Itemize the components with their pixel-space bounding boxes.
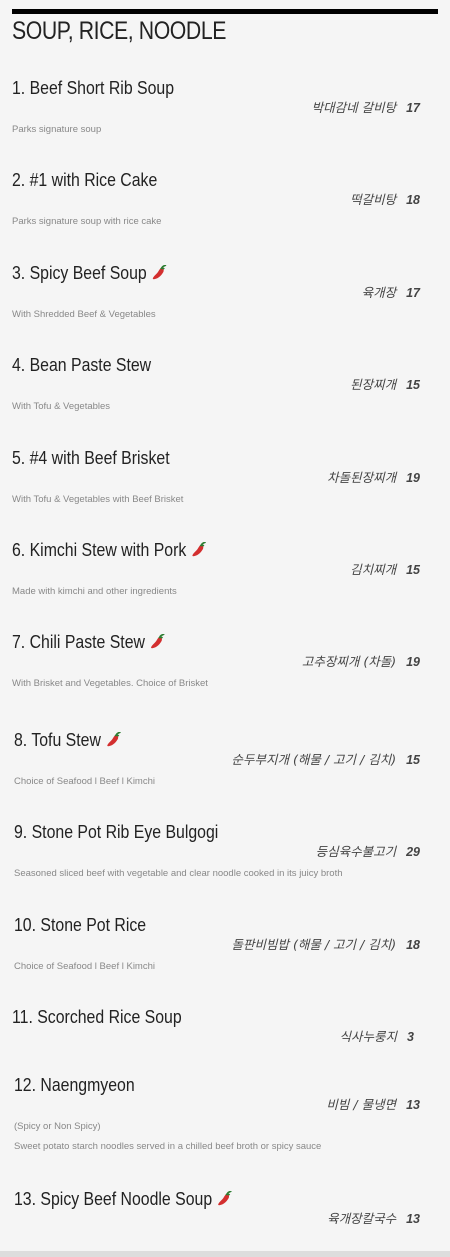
menu-item-name: 11. Scorched Rice Soup — [12, 1006, 182, 1028]
menu-item-name: 7. Chili Paste Stew — [12, 631, 166, 653]
menu-item-price: 17 — [406, 101, 420, 115]
menu-item-korean-price: 박대감네 갈비탕 17 — [312, 97, 420, 116]
menu-item-korean-name: 떡갈비탕 — [350, 192, 397, 207]
menu-item-price: 3 — [407, 1030, 414, 1044]
menu-item-korean-name: 순두부지개 (해물 / 고기 / 김치) — [231, 752, 397, 767]
menu-item-korean-name: 돌판비빔밥 (해물 / 고기 / 김치) — [231, 937, 397, 952]
menu-item-korean-price: 된장찌개 15 — [350, 374, 420, 393]
menu-item-price: 15 — [406, 378, 420, 392]
menu-item-korean-name: 김치찌개 — [350, 562, 397, 577]
menu-item-korean-name: 육개장칼국수 — [327, 1211, 397, 1226]
chili-pepper-icon — [218, 1191, 232, 1206]
menu-item-korean-name: 식사누룽지 — [339, 1029, 398, 1044]
menu-item-korean-name: 박대감네 갈비탕 — [311, 100, 397, 115]
menu-item-name: 6. Kimchi Stew with Pork — [12, 539, 207, 561]
chili-pepper-icon — [151, 634, 165, 649]
menu-item-name-text: 1. Beef Short Rib Soup — [12, 78, 175, 98]
menu-item-price: 19 — [406, 471, 420, 485]
menu-item-description: Seasoned sliced beef with vegetable and … — [14, 868, 343, 879]
menu-item-description: With Shredded Beef & Vegetables — [12, 309, 156, 320]
menu-item-korean-name: 차돌된장찌개 — [327, 470, 397, 485]
menu-item-name: 5. #4 with Beef Brisket — [12, 447, 170, 469]
menu-item-name: 12. Naengmyeon — [14, 1074, 135, 1096]
menu-item-korean-price: 비빔 / 물냉면 13 — [326, 1094, 420, 1113]
menu-item-korean-name: 비빔 / 물냉면 — [326, 1097, 397, 1112]
menu-item-price: 15 — [406, 563, 420, 577]
chili-pepper-icon — [192, 542, 207, 557]
menu-item-name-text: 10. Stone Pot Rice — [14, 915, 147, 935]
menu-item-korean-name: 고추장찌개 (차돌) — [301, 654, 397, 669]
chili-pepper-icon — [152, 265, 167, 280]
menu-item-price: 13 — [406, 1098, 420, 1112]
menu-item-name-text: 2. #1 with Rice Cake — [12, 170, 158, 190]
menu-item-korean-price: 차돌된장찌개 19 — [327, 467, 420, 486]
menu-item-description: With Brisket and Vegetables. Choice of B… — [12, 678, 208, 689]
section-title: SOUP, RICE, NOODLE — [12, 17, 226, 45]
menu-item-name: 8. Tofu Stew — [14, 729, 122, 751]
menu-item-korean-price: 순두부지개 (해물 / 고기 / 김치) 15 — [232, 749, 420, 768]
title-rule — [12, 9, 438, 14]
menu-item-name-text: 9. Stone Pot Rib Eye Bulgogi — [14, 822, 219, 842]
menu-item-name: 9. Stone Pot Rib Eye Bulgogi — [14, 821, 218, 843]
menu-item-korean-name: 등심육수불고기 — [315, 844, 397, 859]
menu-item-name: 10. Stone Pot Rice — [14, 914, 146, 936]
menu-item-name-text: 5. #4 with Beef Brisket — [12, 448, 170, 468]
menu-item-name: 3. Spicy Beef Soup — [12, 262, 168, 284]
menu-item-price: 29 — [406, 845, 420, 859]
menu-item-name-text: 7. Chili Paste Stew — [12, 632, 145, 652]
menu-item-korean-price: 김치찌개 15 — [350, 559, 420, 578]
menu-item-description: Choice of Seafood l Beef l Kimchi — [14, 776, 155, 787]
menu-item-korean-price: 돌판비빔밥 (해물 / 고기 / 김치) 18 — [232, 934, 420, 953]
menu-item-name: 1. Beef Short Rib Soup — [12, 77, 174, 99]
menu-item-description: Choice of Seafood l Beef l Kimchi — [14, 961, 155, 972]
menu-item-price: 18 — [406, 938, 420, 952]
menu-item-korean-price: 등심육수불고기 29 — [316, 841, 420, 860]
menu-item-name: 2. #1 with Rice Cake — [12, 169, 157, 191]
menu-item-korean-price: 육개장 17 — [362, 282, 420, 301]
menu-item-name-text: 6. Kimchi Stew with Pork — [12, 540, 187, 560]
menu-item-description: Parks signature soup — [12, 124, 102, 135]
menu-item-price: 15 — [406, 753, 420, 767]
menu-item-price: 13 — [406, 1212, 420, 1226]
menu-item-korean-name: 육개장 — [361, 285, 397, 300]
menu-item-korean-price: 떡갈비탕 18 — [350, 189, 420, 208]
menu-item-korean-name: 된장찌개 — [350, 377, 397, 392]
menu-item-description: (Spicy or Non Spicy) — [14, 1121, 101, 1132]
menu-item-name-text: 8. Tofu Stew — [14, 730, 101, 750]
menu-item-price: 19 — [406, 655, 420, 669]
menu-item-korean-price: 고추장찌개 (차돌) 19 — [302, 651, 420, 670]
menu-item-description: Parks signature soup with rice cake — [12, 216, 162, 227]
menu-item-name: 13. Spicy Beef Noodle Soup — [14, 1188, 233, 1210]
bottom-edge — [0, 1251, 450, 1257]
menu-item-korean-price: 육개장칼국수 13 — [327, 1208, 420, 1227]
menu-item-name: 4. Bean Paste Stew — [12, 354, 151, 376]
menu-item-name-text: 13. Spicy Beef Noodle Soup — [14, 1189, 213, 1209]
menu-item-name-text: 11. Scorched Rice Soup — [12, 1007, 182, 1027]
menu-item-description: With Tofu & Vegetables — [12, 401, 111, 412]
menu-item-description: With Tofu & Vegetables with Beef Brisket — [12, 494, 184, 505]
menu-item-korean-price: 식사누룽지 3 — [340, 1026, 414, 1045]
menu-item-price: 17 — [406, 286, 420, 300]
menu-item-price: 18 — [406, 193, 420, 207]
chili-pepper-icon — [107, 732, 121, 747]
menu-item-name-text: 12. Naengmyeon — [14, 1075, 135, 1095]
menu-item-description-secondary: Sweet potato starch noodles served in a … — [14, 1141, 322, 1152]
menu-item-name-text: 3. Spicy Beef Soup — [12, 263, 147, 283]
menu-item-description: Made with kimchi and other ingredients — [12, 586, 177, 597]
menu-item-name-text: 4. Bean Paste Stew — [12, 355, 152, 375]
